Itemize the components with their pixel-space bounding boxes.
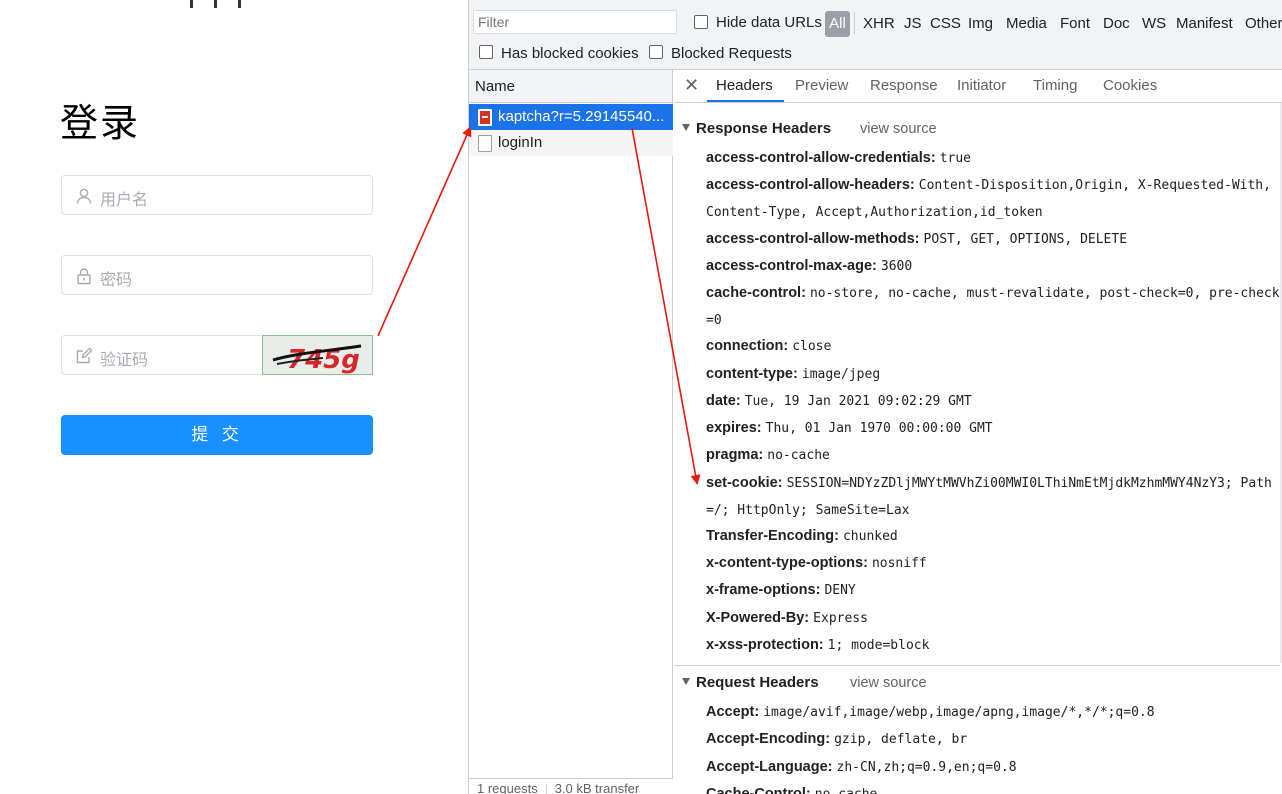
response-header-row: x-content-type-options: nosniff [706, 555, 927, 571]
response-header-row: connection: close [706, 338, 832, 354]
response-header-row: date: Tue, 19 Jan 2021 09:02:29 GMT [706, 393, 972, 409]
captcha-field[interactable]: 验证码 [61, 335, 261, 375]
type-filter-js[interactable]: JS [904, 15, 922, 32]
section-divider [674, 665, 1280, 666]
transfer-size: 3.0 kB transfer [554, 781, 640, 794]
submit-button[interactable]: 提 交 [61, 415, 373, 455]
request-list: Name kaptcha?r=5.29145540... loginIn 1 r… [469, 70, 673, 794]
document-icon [478, 135, 492, 152]
name-column-header[interactable]: Name [469, 70, 672, 103]
collapse-triangle-icon [682, 123, 690, 131]
type-filter-all[interactable]: All [825, 11, 850, 37]
response-header-row: pragma: no-cache [706, 447, 830, 463]
response-header-row: access-control-allow-methods: POST, GET,… [706, 231, 1128, 247]
response-header-row: expires: Thu, 01 Jan 1970 00:00:00 GMT [706, 420, 993, 436]
response-header-row: Transfer-Encoding: chunked [706, 528, 898, 544]
details-tabbar: ✕ Headers Preview Response Initiator Tim… [674, 70, 1282, 103]
login-title: 登录 [60, 101, 141, 145]
type-filter-doc[interactable]: Doc [1103, 15, 1130, 32]
password-placeholder: 密码 [100, 270, 133, 289]
type-filter-manifest[interactable]: Manifest [1176, 15, 1233, 32]
username-placeholder: 用户名 [100, 190, 149, 209]
hide-data-urls-checkbox[interactable] [694, 15, 708, 29]
blocked-requests-checkbox[interactable] [649, 45, 663, 59]
type-filter-divider [854, 12, 855, 34]
response-header-row: cache-control: no-store, no-cache, must-… [706, 285, 1280, 328]
type-filter-font[interactable]: Font [1060, 15, 1090, 32]
request-view-source-link[interactable]: view source [850, 675, 927, 691]
image-error-icon [478, 109, 492, 126]
request-row-loginin[interactable]: loginIn [469, 130, 673, 156]
captcha-image[interactable]: 745g [262, 335, 373, 375]
request-name: kaptcha?r=5.29145540... [498, 108, 665, 125]
hide-data-urls-label: Hide data URLs [716, 14, 822, 31]
filter-input[interactable] [473, 10, 677, 34]
type-filter-media[interactable]: Media [1006, 15, 1047, 32]
request-header-row: Accept-Language: zh-CN,zh;q=0.9,en;q=0.8 [706, 759, 1017, 775]
captcha-graphic: 745g [263, 336, 372, 374]
response-header-row: X-Powered-By: Express [706, 610, 868, 626]
type-filter-xhr[interactable]: XHR [863, 15, 895, 32]
close-icon[interactable]: ✕ [684, 75, 699, 96]
type-filter-other[interactable]: Other [1245, 15, 1282, 32]
collapse-triangle-icon [682, 677, 690, 685]
request-header-row: Accept-Encoding: gzip, deflate, br [706, 731, 968, 747]
network-toolbar: Hide data URLs All XHR JS CSS Img Media … [469, 0, 1282, 70]
response-header-row: content-type: image/jpeg [706, 366, 881, 382]
tab-timing[interactable]: Timing [1033, 77, 1077, 94]
tab-initiator[interactable]: Initiator [957, 77, 1006, 94]
active-tab-indicator [707, 100, 784, 102]
request-header-row: Cache-Control: no-cache [706, 786, 877, 794]
request-row-kaptcha[interactable]: kaptcha?r=5.29145540... [469, 104, 673, 130]
request-details: ✕ Headers Preview Response Initiator Tim… [674, 70, 1282, 794]
has-blocked-cookies-label: Has blocked cookies [501, 45, 639, 62]
tab-headers[interactable]: Headers [716, 77, 773, 94]
response-header-row: access-control-allow-headers: Content-Di… [706, 177, 1271, 220]
response-headers-title[interactable]: Response Headers [682, 120, 831, 137]
response-header-row: x-xss-protection: 1; mode=block [706, 637, 930, 653]
user-icon [76, 188, 92, 204]
request-name: loginIn [498, 134, 543, 151]
lock-icon [77, 268, 91, 285]
login-page: 登录 用户名 密码 验证码 745g 提 交 [0, 0, 468, 794]
response-header-row: x-frame-options: DENY [706, 582, 856, 598]
network-status-bar: 1 requests 3.0 kB transfer [469, 778, 673, 794]
tab-preview[interactable]: Preview [795, 77, 848, 94]
type-filter-css[interactable]: CSS [930, 15, 961, 32]
password-field[interactable]: 密码 [61, 255, 373, 295]
captcha-placeholder: 验证码 [100, 350, 149, 369]
request-headers-title[interactable]: Request Headers [682, 674, 819, 691]
has-blocked-cookies-checkbox[interactable] [479, 45, 493, 59]
username-field[interactable]: 用户名 [61, 175, 373, 215]
devtools-network-panel: Hide data URLs All XHR JS CSS Img Media … [468, 0, 1282, 794]
response-header-row: access-control-allow-credentials: true [706, 150, 972, 166]
blocked-requests-label: Blocked Requests [671, 45, 792, 62]
type-filter-img[interactable]: Img [968, 15, 993, 32]
type-filter-ws[interactable]: WS [1142, 15, 1166, 32]
response-view-source-link[interactable]: view source [860, 121, 937, 137]
response-header-row: access-control-max-age: 3600 [706, 258, 913, 274]
logo-fragment [190, 0, 242, 8]
tab-cookies[interactable]: Cookies [1103, 77, 1157, 94]
request-count: 1 requests [477, 781, 538, 794]
edit-icon [76, 347, 93, 364]
request-header-row: Accept: image/avif,image/webp,image/apng… [706, 704, 1155, 720]
response-header-row: set-cookie: SESSION=NDYzZDljMWYtMWVhZi00… [706, 475, 1272, 518]
tab-response[interactable]: Response [870, 77, 938, 94]
